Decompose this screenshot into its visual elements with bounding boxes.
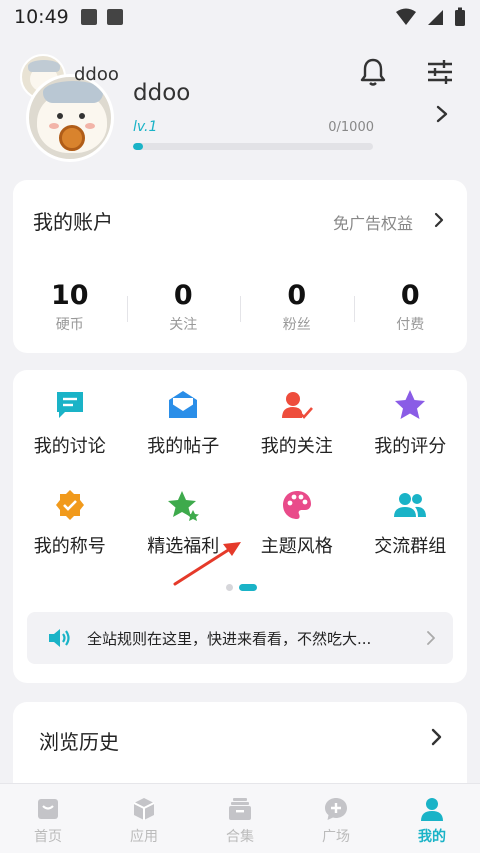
browsing-history-title: 浏览历史: [39, 730, 119, 754]
xp-progress-fill: [133, 143, 143, 150]
nav-mine[interactable]: 我的: [384, 784, 480, 853]
profile-chevron-right-icon[interactable]: [432, 102, 452, 126]
perk-chevron-right-icon[interactable]: [431, 210, 447, 230]
menu-item-label: 我的关注: [260, 436, 333, 457]
bottom-nav: 首页 应用 合集 广场 我的: [0, 783, 480, 853]
app-box-icon: [133, 798, 155, 820]
rules-notice-bar[interactable]: 全站规则在这里，快进来看看，不然吃大...: [27, 612, 453, 664]
page-dot-active[interactable]: [239, 584, 257, 591]
stat-value: 0: [173, 280, 193, 311]
username: ddoo: [133, 80, 191, 106]
profile-icon: [421, 798, 443, 821]
menu-item-label: 精选福利: [147, 536, 220, 557]
nav-home[interactable]: 首页: [0, 784, 96, 853]
ad-free-perk-link[interactable]: 免广告权益: [333, 210, 413, 234]
speaker-icon: [49, 629, 70, 647]
nav-label: 应用: [130, 829, 158, 845]
user-level: lv.1: [133, 119, 158, 135]
stat-value: 0: [287, 280, 307, 311]
rules-notice-text: 全站规则在这里，快进来看看，不然吃大...: [87, 629, 372, 648]
battery-icon: [455, 7, 465, 26]
menu-item-label: 主题风格: [260, 536, 333, 557]
avatar[interactable]: [26, 74, 114, 162]
stat-coins[interactable]: 10 硬币: [13, 280, 127, 334]
star-icon: [395, 390, 426, 419]
status-system-icons: [396, 7, 466, 27]
menu-item-featured-perks[interactable]: 精选福利: [127, 488, 241, 558]
avatar-eye-left: [57, 113, 63, 119]
nav-apps[interactable]: 应用: [96, 784, 192, 853]
menu-page-indicator[interactable]: [226, 584, 257, 591]
avatar-eye-right: [79, 113, 85, 119]
stat-paid[interactable]: 0 付费: [353, 280, 468, 334]
account-title: 我的账户: [33, 210, 113, 234]
nav-label: 我的: [418, 829, 446, 845]
mini-hat: [28, 60, 60, 72]
stars-icon: [168, 491, 200, 521]
stat-label: 关注: [169, 317, 198, 333]
stat-label: 付费: [396, 317, 425, 333]
secondary-username: ddoo: [74, 64, 119, 85]
stat-label: 粉丝: [282, 317, 311, 333]
menu-grid: 我的讨论 我的帖子 我的关注 我的评分 我的称号 精选福利 主题风格 交流群组: [13, 388, 467, 558]
status-time: 10:49: [14, 6, 69, 28]
status-notifications: [80, 9, 123, 25]
plaza-icon: [325, 798, 347, 820]
nav-label: 广场: [322, 829, 350, 845]
menu-item-label: 我的评分: [374, 436, 447, 457]
notice-chevron-right-icon: [427, 631, 435, 645]
xp-progress-text: 0/1000: [328, 120, 374, 135]
stat-label: 硬币: [55, 317, 84, 333]
stat-value: 0: [400, 280, 420, 311]
menu-item-theme-style[interactable]: 主题风格: [240, 488, 354, 558]
bell-icon[interactable]: [357, 56, 389, 88]
page-dot[interactable]: [226, 584, 233, 591]
signal-icon: [428, 10, 443, 25]
app-notification-icon: [106, 9, 123, 25]
account-stats: 10 硬币 0 关注 0 粉丝 0 付费: [13, 280, 467, 334]
menu-item-my-titles[interactable]: 我的称号: [13, 488, 127, 558]
menu-item-community-groups[interactable]: 交流群组: [354, 488, 468, 558]
group-icon: [394, 493, 427, 517]
avatar-cheek-left: [49, 123, 59, 129]
nav-label: 首页: [34, 829, 62, 845]
wifi-icon: [396, 8, 416, 25]
menu-card: 我的讨论 我的帖子 我的关注 我的评分 我的称号 精选福利 主题风格 交流群组 …: [13, 370, 467, 683]
badge-icon: [55, 490, 84, 520]
avatar-mooncake: [59, 125, 85, 151]
stat-following[interactable]: 0 关注: [126, 280, 241, 334]
menu-item-my-discussions[interactable]: 我的讨论: [13, 388, 127, 458]
stat-value: 10: [50, 280, 89, 311]
history-chevron-right-icon[interactable]: [429, 726, 445, 748]
menu-item-label: 交流群组: [374, 536, 447, 557]
menu-item-label: 我的称号: [33, 536, 106, 557]
sliders-icon[interactable]: [424, 56, 456, 88]
menu-item-label: 我的讨论: [33, 436, 106, 457]
menu-item-my-ratings[interactable]: 我的评分: [354, 388, 468, 458]
menu-item-my-following[interactable]: 我的关注: [240, 388, 354, 458]
account-card: 我的账户 免广告权益 10 硬币 0 关注 0 粉丝 0 付费: [13, 180, 467, 353]
stat-followers[interactable]: 0 粉丝: [240, 280, 354, 334]
menu-item-label: 我的帖子: [147, 436, 220, 457]
screen: 10:49 ddoo ddoo lv.1 0/1000 我的账户 免广告权益 1…: [0, 0, 480, 853]
nav-plaza[interactable]: 广场: [288, 784, 384, 853]
nav-label: 合集: [226, 829, 254, 845]
collection-icon: [229, 798, 251, 820]
profile-header[interactable]: ddoo ddoo lv.1 0/1000: [0, 34, 480, 174]
palette-icon: [282, 491, 311, 519]
mail-icon: [169, 391, 198, 418]
home-icon: [38, 799, 58, 819]
menu-item-my-posts[interactable]: 我的帖子: [127, 388, 241, 458]
user-check-icon: [281, 392, 313, 419]
avatar-cheek-right: [85, 123, 95, 129]
chat-icon: [56, 392, 83, 418]
xp-progress-bar: [133, 143, 373, 150]
nav-collections[interactable]: 合集: [192, 784, 288, 853]
status-bar: 10:49: [0, 0, 480, 34]
image-notification-icon: [80, 9, 97, 25]
